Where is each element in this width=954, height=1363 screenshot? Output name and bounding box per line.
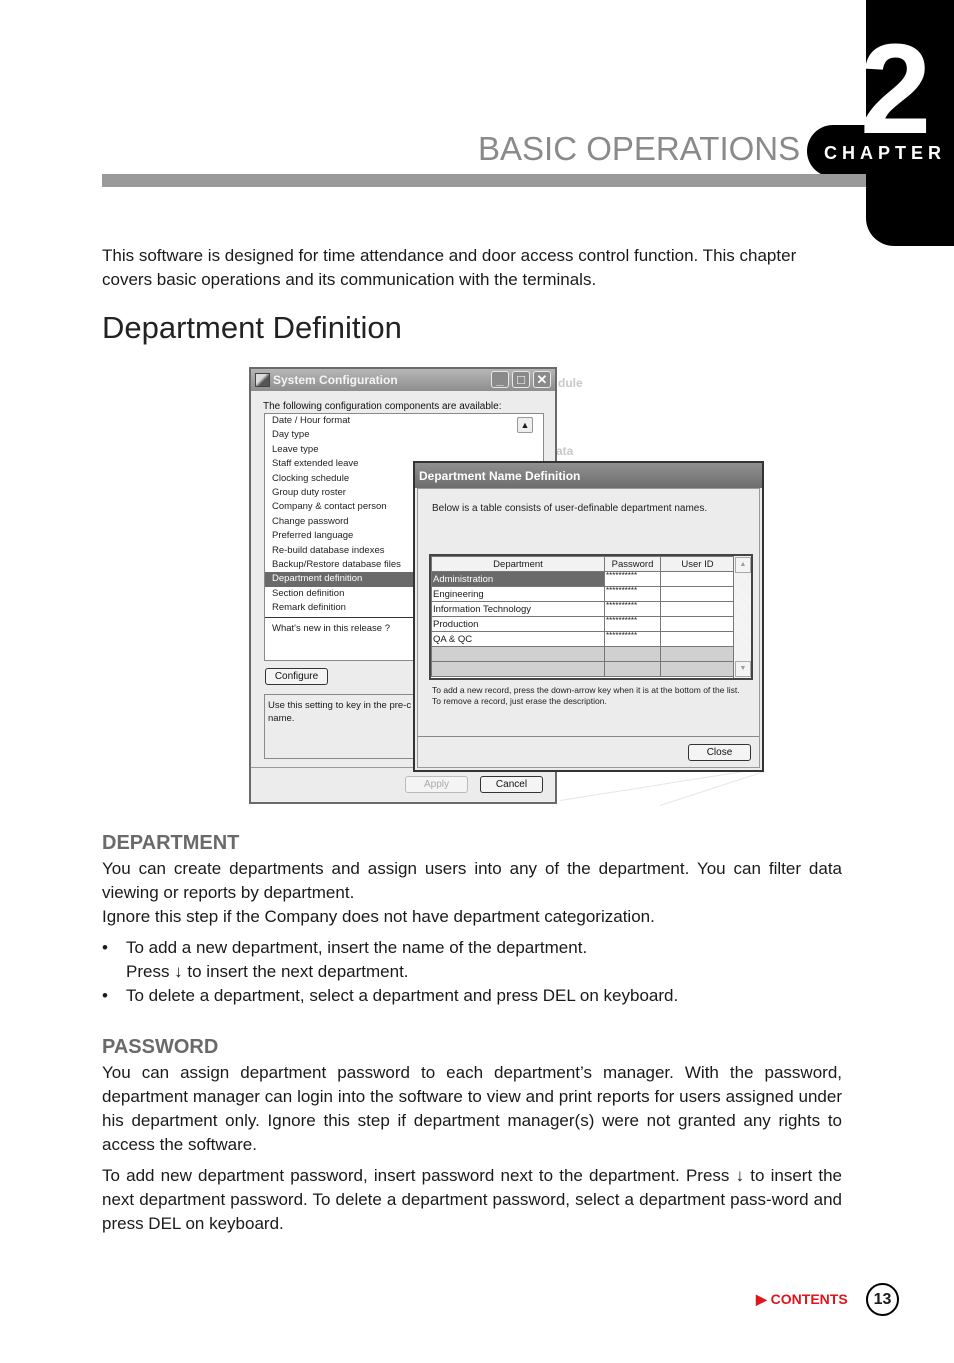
- scroll-down-arrow[interactable]: ▼: [735, 661, 751, 677]
- empty-table-row[interactable]: [431, 661, 735, 677]
- empty-cell[interactable]: [660, 646, 735, 662]
- available-label: The following configuration components a…: [263, 401, 502, 412]
- department-bullets: • To add a new department, insert the na…: [102, 936, 842, 1008]
- department-cell[interactable]: QA & QC: [431, 631, 605, 647]
- password-cell[interactable]: **********: [604, 586, 661, 602]
- table-row[interactable]: Production **********: [431, 616, 735, 632]
- password-cell[interactable]: **********: [604, 631, 661, 647]
- title-bar[interactable]: Department Name Definition: [415, 463, 762, 488]
- bullet-text: To add a new department, insert the name…: [126, 938, 588, 957]
- password-cell[interactable]: **********: [604, 616, 661, 632]
- close-icon[interactable]: ✕: [533, 371, 551, 388]
- scroll-up-button[interactable]: ▲: [517, 417, 533, 433]
- user-id-cell[interactable]: [660, 616, 735, 632]
- user-id-cell[interactable]: [660, 631, 735, 647]
- configure-button[interactable]: Configure: [265, 668, 328, 685]
- bullet-dot: •: [102, 938, 108, 957]
- table-row[interactable]: QA & QC **********: [431, 631, 735, 647]
- cancel-button[interactable]: Cancel: [480, 776, 543, 793]
- contents-link[interactable]: ▶ CONTENTS: [756, 1291, 848, 1308]
- hint-line: To add a new record, press the down-arro…: [432, 685, 740, 695]
- department-cell[interactable]: Engineering: [431, 586, 605, 602]
- empty-cell[interactable]: [660, 661, 735, 677]
- config-list-item[interactable]: Leave type: [265, 443, 543, 457]
- department-cell[interactable]: Administration: [431, 571, 605, 587]
- bullet-text: To delete a department, select a departm…: [126, 986, 679, 1005]
- department-heading: DEPARTMENT: [102, 832, 240, 854]
- vertical-scrollbar[interactable]: ▲ ▼: [733, 556, 751, 678]
- bullet-text: Press ↓ to insert the next department.: [126, 962, 409, 981]
- bullet-dot: •: [102, 986, 108, 1005]
- table-row[interactable]: Administration **********: [431, 571, 735, 587]
- ghost-label: ata: [556, 444, 574, 458]
- department-note: Ignore this step if the Company does not…: [102, 907, 655, 926]
- password-instructions: To add new department password, insert p…: [102, 1166, 842, 1233]
- chapter-label: CHAPTER: [824, 143, 947, 163]
- dialog-description: Below is a table consists of user-defina…: [432, 503, 708, 514]
- section-title: Department Definition: [102, 310, 402, 345]
- minimize-button[interactable]: _: [491, 371, 509, 388]
- empty-cell[interactable]: [604, 646, 661, 662]
- department-cell[interactable]: Information Technology: [431, 601, 605, 617]
- column-header-user-id[interactable]: User ID: [660, 556, 735, 572]
- page-heading: BASIC OPERATIONS: [478, 130, 801, 167]
- department-paragraph: You can create departments and assign us…: [102, 859, 842, 902]
- column-header-department[interactable]: Department: [431, 556, 605, 572]
- empty-cell[interactable]: [431, 661, 605, 677]
- close-button[interactable]: Close: [688, 744, 751, 761]
- intro-paragraph: This software is designed for time atten…: [102, 246, 797, 289]
- empty-table-row[interactable]: [431, 646, 735, 662]
- department-cell[interactable]: Production: [431, 616, 605, 632]
- hint-line: To remove a record, just erase the descr…: [432, 696, 607, 706]
- column-header-password[interactable]: Password: [604, 556, 661, 572]
- ghost-label: dule: [558, 376, 583, 390]
- table-row[interactable]: Information Technology **********: [431, 601, 735, 617]
- app-icon: [255, 373, 270, 387]
- config-list-item[interactable]: Date / Hour format: [265, 414, 543, 428]
- user-id-cell[interactable]: [660, 601, 735, 617]
- table-row[interactable]: Engineering **********: [431, 586, 735, 602]
- footer-separator: [418, 736, 759, 737]
- department-name-definition-window: Department Name Definition Below is a ta…: [413, 461, 764, 772]
- dialog-hint: To add a new record, press the down-arro…: [432, 685, 740, 707]
- bullet-item: • To add a new department, insert the na…: [102, 936, 842, 984]
- window-title: System Configuration: [273, 373, 398, 387]
- maximize-button[interactable]: □: [512, 371, 530, 388]
- page-number: 13: [866, 1283, 899, 1316]
- title-bar[interactable]: System Configuration _ □ ✕: [251, 369, 555, 391]
- password-cell[interactable]: **********: [604, 601, 661, 617]
- bullet-item: • To delete a department, select a depar…: [102, 984, 842, 1008]
- apply-button[interactable]: Apply: [405, 776, 468, 793]
- chapter-number: 2: [860, 18, 931, 161]
- scroll-up-arrow[interactable]: ▲: [735, 557, 751, 573]
- user-id-cell[interactable]: [660, 586, 735, 602]
- password-paragraph: You can assign department password to ea…: [102, 1063, 842, 1154]
- decorative-swoosh: [559, 768, 758, 801]
- heading-rule: [102, 174, 866, 187]
- empty-cell[interactable]: [431, 646, 605, 662]
- config-list-item[interactable]: Day type: [265, 428, 543, 442]
- password-heading: PASSWORD: [102, 1036, 219, 1058]
- user-id-cell[interactable]: [660, 571, 735, 587]
- department-grid[interactable]: Department Password User ID Administrati…: [429, 554, 753, 680]
- password-cell[interactable]: **********: [604, 571, 661, 587]
- empty-cell[interactable]: [604, 661, 661, 677]
- dialog-body: Below is a table consists of user-defina…: [417, 488, 760, 768]
